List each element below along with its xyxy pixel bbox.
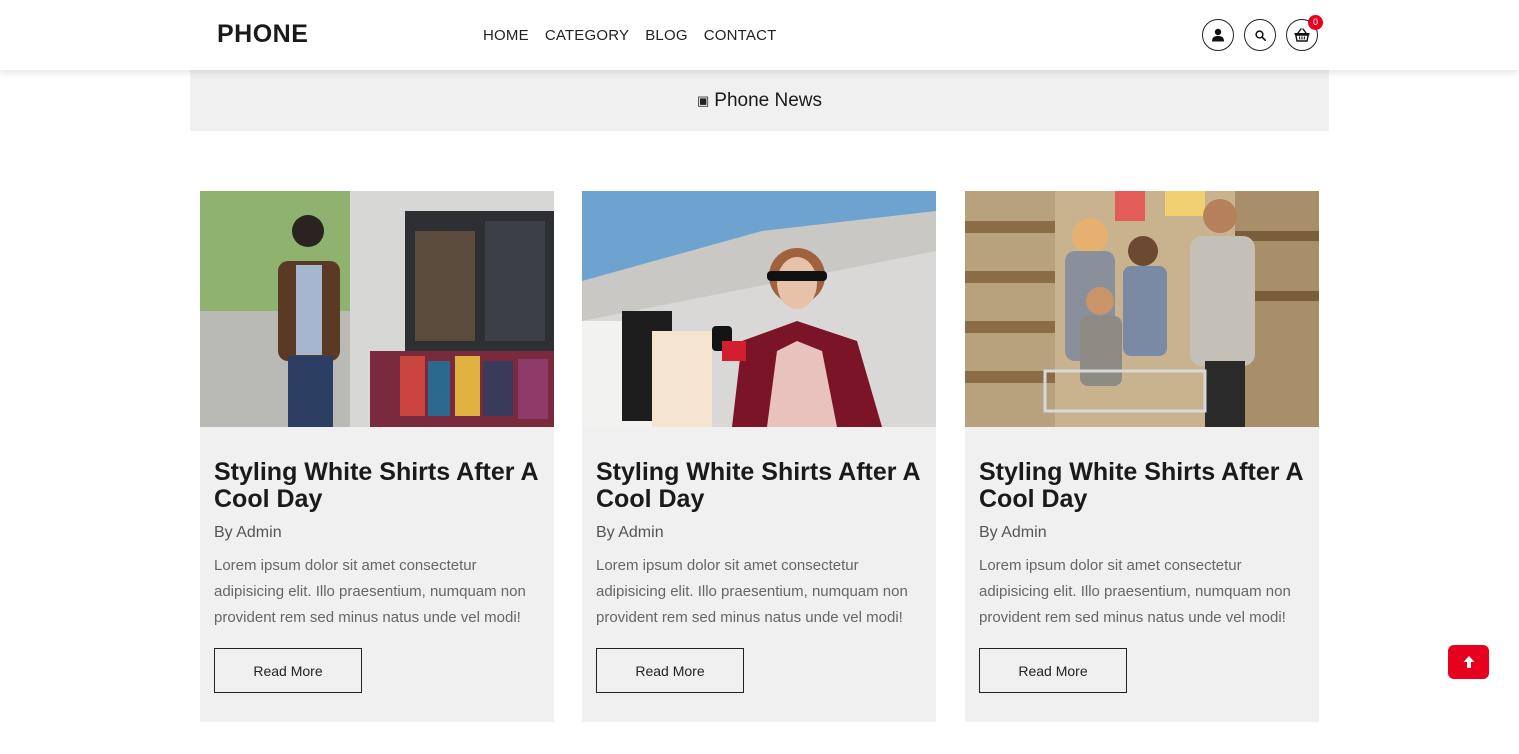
- read-more-button[interactable]: Read More: [214, 648, 362, 693]
- post-author: By Admin: [596, 524, 664, 541]
- cart-count-badge: 0: [1308, 15, 1323, 30]
- post-card: Styling White Shirts After A Cool Day By…: [200, 191, 554, 722]
- page-title-bar: ▣ Phone News: [190, 70, 1329, 131]
- nav-blog[interactable]: BLOG: [645, 27, 687, 44]
- post-author: By Admin: [214, 524, 282, 541]
- post-author: By Admin: [979, 524, 1047, 541]
- post-title[interactable]: Styling White Shirts After A Cool Day: [214, 459, 544, 513]
- account-button[interactable]: [1202, 19, 1234, 51]
- nav-home[interactable]: HOME: [483, 27, 529, 44]
- cart-button[interactable]: 0: [1286, 15, 1323, 51]
- post-title[interactable]: Styling White Shirts After A Cool Day: [596, 459, 926, 513]
- post-card: Styling White Shirts After A Cool Day By…: [582, 191, 936, 722]
- read-more-button[interactable]: Read More: [596, 648, 744, 693]
- read-more-button[interactable]: Read More: [979, 648, 1127, 693]
- nav-contact[interactable]: CONTACT: [704, 27, 777, 44]
- main-nav: HOME CATEGORY BLOG CONTACT: [483, 27, 777, 44]
- basket-icon: [1294, 28, 1310, 42]
- post-title[interactable]: Styling White Shirts After A Cool Day: [979, 459, 1309, 513]
- post-image-woman-with-shopping-bags[interactable]: [582, 191, 936, 427]
- post-excerpt: Lorem ipsum dolor sit amet consectetur a…: [596, 557, 908, 626]
- user-icon: [1212, 28, 1224, 42]
- site-logo[interactable]: PHONE: [217, 20, 308, 49]
- post-excerpt: Lorem ipsum dolor sit amet consectetur a…: [979, 557, 1291, 626]
- post-card: Styling White Shirts After A Cool Day By…: [965, 191, 1319, 722]
- nav-category[interactable]: CATEGORY: [545, 27, 629, 44]
- post-image-family-in-supermarket[interactable]: [965, 191, 1319, 427]
- search-icon: [1254, 29, 1266, 41]
- scroll-to-top-button[interactable]: [1448, 645, 1489, 679]
- post-excerpt: Lorem ipsum dolor sit amet consectetur a…: [214, 557, 526, 626]
- post-image-man-browsing-clothing-rack[interactable]: [200, 191, 554, 427]
- site-header: PHONE HOME CATEGORY BLOG CONTACT 0: [0, 0, 1519, 70]
- header-actions: 0: [1202, 15, 1323, 51]
- page-title: Phone News: [714, 89, 823, 111]
- arrow-up-icon: [1463, 656, 1474, 668]
- search-button[interactable]: [1244, 19, 1276, 51]
- square-icon: ▣: [696, 92, 710, 108]
